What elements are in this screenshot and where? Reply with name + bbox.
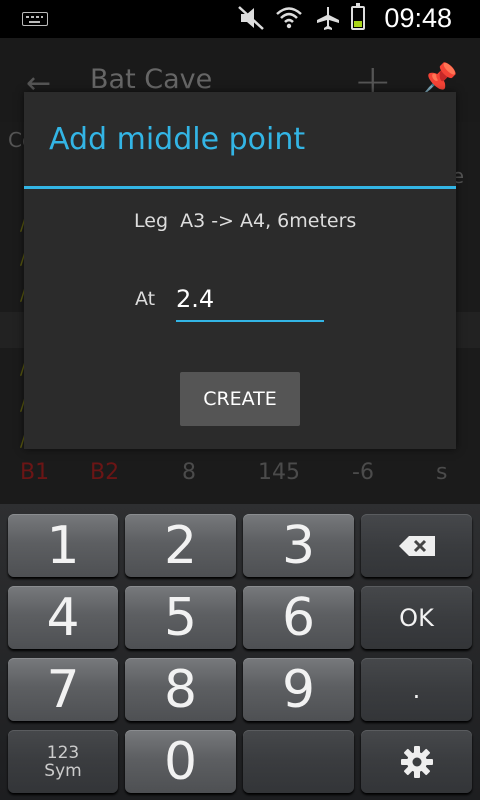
key-1[interactable]: 1 xyxy=(8,514,118,577)
space-key[interactable] xyxy=(243,730,354,793)
mute-icon xyxy=(238,6,264,30)
cell-flag: s xyxy=(436,460,448,485)
cell-to: B2 xyxy=(90,460,120,485)
sym-key[interactable]: 123 Sym xyxy=(8,730,118,793)
leg-info: Leg A3 -> A4, 6meters xyxy=(134,210,357,232)
dialog-title: Add middle point xyxy=(49,122,306,157)
key-9[interactable]: 9 xyxy=(243,658,354,721)
backspace-key[interactable] xyxy=(361,514,472,577)
status-bar: 09:48 xyxy=(0,0,480,38)
add-middle-point-dialog: Add middle point Leg A3 -> A4, 6meters A… xyxy=(24,92,456,449)
keyboard-icon xyxy=(22,12,48,26)
at-input[interactable] xyxy=(176,278,324,322)
sym-key-line2: Sym xyxy=(44,760,82,781)
ok-key[interactable]: OK xyxy=(361,586,472,649)
key-3[interactable]: 3 xyxy=(243,514,354,577)
dot-key[interactable]: . xyxy=(361,658,472,721)
clock: 09:48 xyxy=(384,3,452,33)
status-icons xyxy=(237,3,365,31)
at-label: At xyxy=(135,288,156,310)
cell-distance: 8 xyxy=(182,460,196,485)
key-6[interactable]: 6 xyxy=(243,586,354,649)
backspace-icon xyxy=(398,535,435,556)
settings-key[interactable] xyxy=(361,730,472,793)
cell-azimuth: 145 xyxy=(258,460,300,485)
key-2[interactable]: 2 xyxy=(125,514,236,577)
gear-icon xyxy=(400,745,433,778)
key-7[interactable]: 7 xyxy=(8,658,118,721)
key-8[interactable]: 8 xyxy=(125,658,236,721)
create-button[interactable]: CREATE xyxy=(180,372,300,426)
airplane-icon xyxy=(317,7,339,30)
sym-key-line1: 123 xyxy=(46,742,80,763)
key-5[interactable]: 5 xyxy=(125,586,236,649)
wifi-icon xyxy=(276,7,302,29)
numeric-keyboard: 1 2 3 4 5 6 OK 7 8 9 . 123 Sym 0 xyxy=(0,504,480,800)
cell-from: B1 xyxy=(20,460,50,485)
key-4[interactable]: 4 xyxy=(8,586,118,649)
dialog-title-divider xyxy=(24,186,456,189)
table-row: B1 B2 8 145 -6 s xyxy=(0,460,480,490)
cell-inclination: -6 xyxy=(352,460,374,485)
key-0[interactable]: 0 xyxy=(125,730,236,793)
battery-icon xyxy=(351,3,365,30)
app-title: Bat Cave xyxy=(90,64,213,95)
